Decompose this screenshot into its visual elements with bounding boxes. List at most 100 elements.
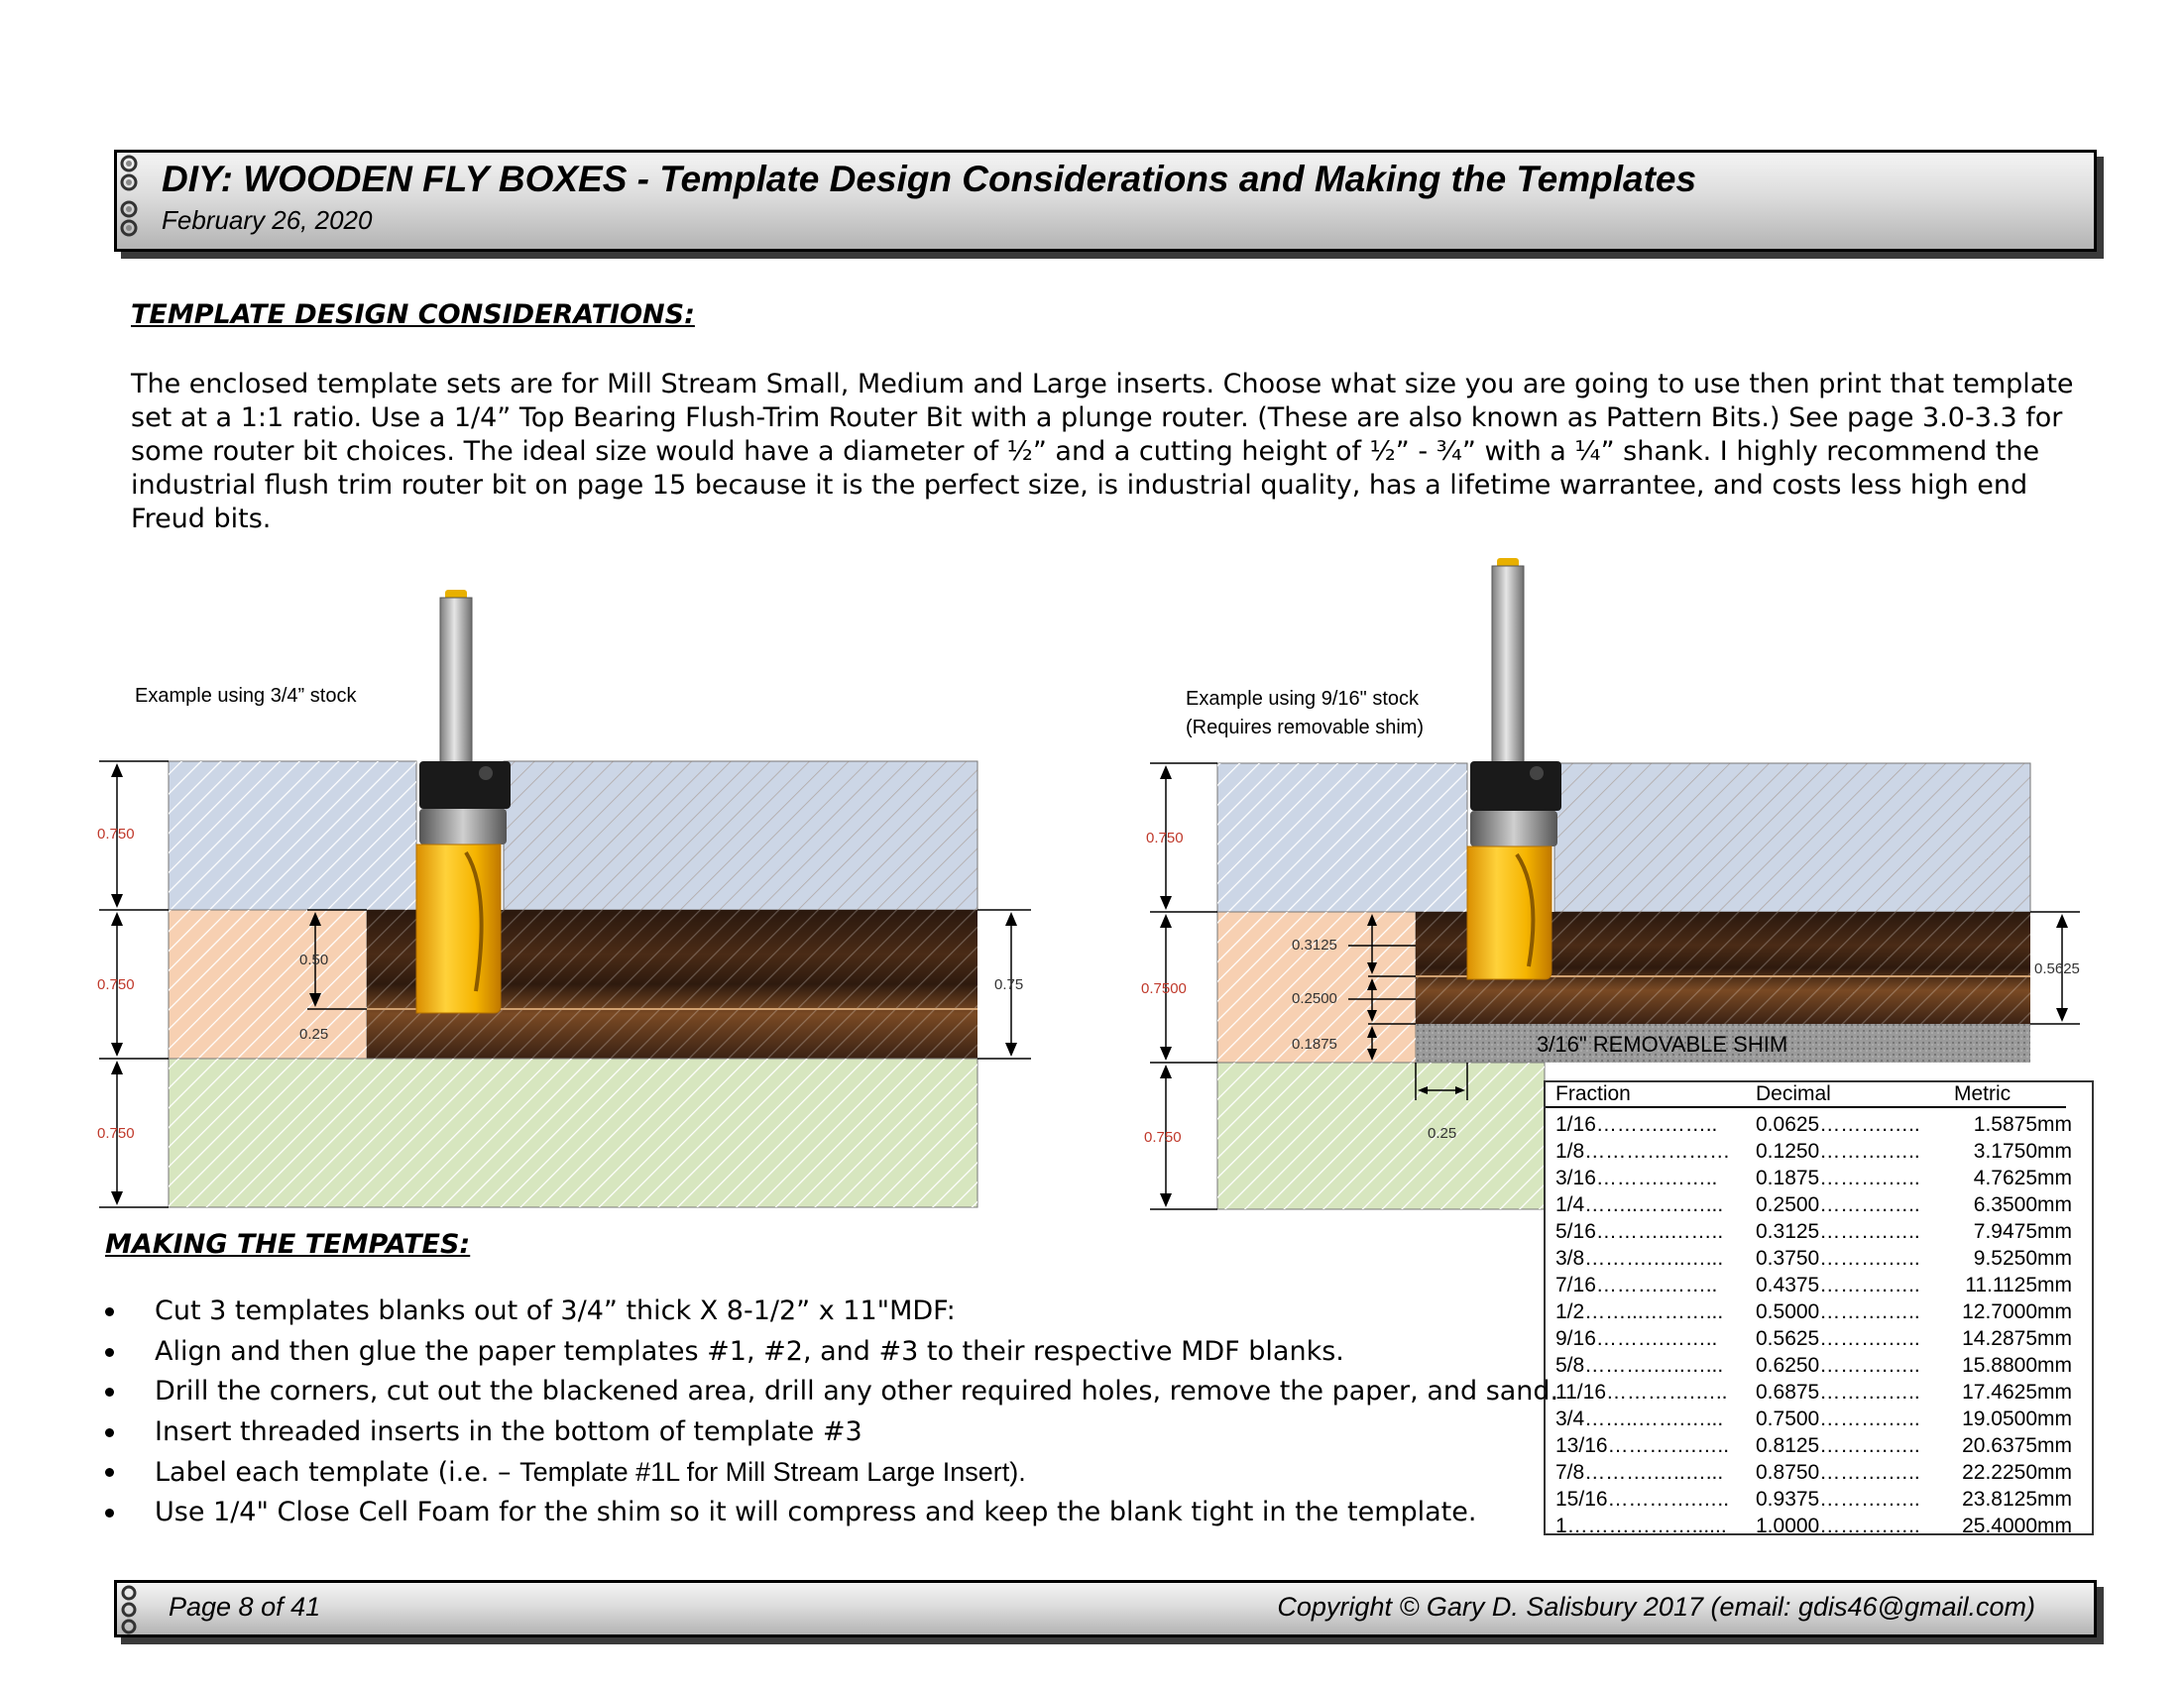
right-dim-bottom: 0.750 bbox=[1144, 1129, 1182, 1146]
decimal-cell: 0.3750……….….. bbox=[1756, 1247, 1920, 1270]
table-row: 15/16………….….. 0.9375……….….. 23.8125mm bbox=[1546, 1486, 2092, 1513]
left-diagram-caption: Example using 3/4” stock bbox=[135, 685, 357, 707]
metric-cell: 3.1750mm bbox=[1973, 1140, 2072, 1163]
table-row: 3/16……….…….. 0.1875……….….. 4.7625mm bbox=[1546, 1165, 2092, 1191]
metric-cell: 6.3500mm bbox=[1973, 1193, 2072, 1216]
right-diagram-caption-1: Example using 9/16" stock bbox=[1186, 688, 1420, 710]
decimal-cell: 0.5000……….….. bbox=[1756, 1300, 1920, 1323]
section-heading-making: MAKING THE TEMPATES: bbox=[105, 1229, 471, 1260]
col-header-fraction: Fraction bbox=[1555, 1082, 1631, 1105]
table-row: 11/16………….….. 0.6875……….….. 17.4625mm bbox=[1546, 1379, 2092, 1406]
decimal-cell: 0.5625……….….. bbox=[1756, 1327, 1920, 1350]
metric-cell: 12.7000mm bbox=[1962, 1300, 2072, 1323]
table-row: 3/4……..…….…... 0.7500……….….. 19.0500mm bbox=[1546, 1406, 2092, 1432]
right-router-bit-icon bbox=[1466, 558, 1561, 980]
metric-cell: 1.5875mm bbox=[1973, 1113, 2072, 1136]
decimal-cell: 0.2500……….….. bbox=[1756, 1193, 1920, 1216]
metric-cell: 14.2875mm bbox=[1962, 1327, 2072, 1350]
fraction-cell: 3/4……..…….…... bbox=[1555, 1407, 1724, 1430]
metric-cell: 25.4000mm bbox=[1962, 1515, 2072, 1537]
fraction-cell: 3/8……….…..…... bbox=[1555, 1247, 1724, 1270]
metric-cell: 22.2250mm bbox=[1962, 1461, 2072, 1484]
decimal-cell: 0.7500……….….. bbox=[1756, 1407, 1920, 1430]
fraction-cell: 7/16……….…….. bbox=[1555, 1274, 1718, 1296]
left-dim-right: 0.75 bbox=[994, 976, 1023, 993]
fraction-cell: 5/16………..…….. bbox=[1555, 1220, 1724, 1243]
decimal-cell: 0.8125……….….. bbox=[1756, 1434, 1920, 1457]
right-dim-right: 0.5625 bbox=[2034, 960, 2080, 977]
decimal-cell: 0.0625……….….. bbox=[1756, 1113, 1920, 1136]
right-dim-top: 0.750 bbox=[1146, 830, 1184, 846]
shim-label: 3/16" REMOVABLE SHIM bbox=[1537, 1032, 1787, 1057]
left-dim-cut: 0.50 bbox=[299, 952, 328, 968]
table-row: 1/8………………… 0.1250……….….. 3.1750mm bbox=[1546, 1138, 2092, 1165]
decimal-cell: 0.1250……….….. bbox=[1756, 1140, 1920, 1163]
fraction-cell: 11/16………….….. bbox=[1555, 1381, 1728, 1404]
decimal-cell: 0.6875……….….. bbox=[1756, 1381, 1920, 1404]
fraction-cell: 15/16………….….. bbox=[1555, 1488, 1730, 1511]
table-row: 7/16……….…….. 0.4375……….….. 11.1125mm bbox=[1546, 1272, 2092, 1298]
table-row: 13/16………….….. 0.8125……….….. 20.6375mm bbox=[1546, 1432, 2092, 1459]
table-row: 5/16………..…….. 0.3125……….….. 7.9475mm bbox=[1546, 1218, 2092, 1245]
right-dim-middle: 0.7500 bbox=[1141, 980, 1187, 997]
table-row: 1/2……...………... 0.5000……….….. 12.7000mm bbox=[1546, 1298, 2092, 1325]
table-row: 3/8……….…..…... 0.3750……….….. 9.5250mm bbox=[1546, 1245, 2092, 1272]
fraction-cell: 1………………...... bbox=[1555, 1515, 1727, 1537]
fraction-cell: 13/16………….….. bbox=[1555, 1434, 1730, 1457]
fraction-cell: 1/2……...………... bbox=[1555, 1300, 1724, 1323]
metric-cell: 17.4625mm bbox=[1962, 1381, 2072, 1404]
col-header-decimal: Decimal bbox=[1756, 1082, 1831, 1105]
metric-cell: 9.5250mm bbox=[1973, 1247, 2072, 1270]
table-row: 1………………...... 1.0000……….….. 25.4000mm bbox=[1546, 1513, 2092, 1539]
metric-cell: 15.8800mm bbox=[1962, 1354, 2072, 1377]
decimal-cell: 0.1875……….….. bbox=[1756, 1167, 1920, 1189]
fraction-cell: 1/16……….…….. bbox=[1555, 1113, 1718, 1136]
fraction-cell: 3/16……….…….. bbox=[1555, 1167, 1718, 1189]
left-dim-middle: 0.750 bbox=[97, 976, 135, 993]
left-dim-top: 0.750 bbox=[97, 826, 135, 843]
right-dim-b: 0.2500 bbox=[1292, 990, 1337, 1007]
conversion-table-header: Fraction Decimal Metric bbox=[1546, 1082, 2066, 1108]
metric-cell: 4.7625mm bbox=[1973, 1167, 2072, 1189]
fraction-cell: 1/4……..…….…... bbox=[1555, 1193, 1724, 1216]
right-dim-a: 0.3125 bbox=[1292, 937, 1337, 954]
fraction-cell: 1/8………………… bbox=[1555, 1140, 1731, 1163]
list-item: Drill the corners, cut out the blackened… bbox=[99, 1372, 1558, 1412]
conversion-table: Fraction Decimal Metric 1/16……….…….. 0.06… bbox=[1544, 1080, 2094, 1537]
list-item: Label each template (i.e. – Template #1L… bbox=[99, 1452, 1527, 1493]
col-header-metric: Metric bbox=[1954, 1082, 2012, 1105]
decimal-cell: 1.0000……….….. bbox=[1756, 1515, 1920, 1537]
list-item: Use 1/4" Close Cell Foam for the shim so… bbox=[99, 1493, 1527, 1533]
fraction-cell: 7/8……….…..…... bbox=[1555, 1461, 1724, 1484]
metric-cell: 20.6375mm bbox=[1962, 1434, 2072, 1457]
right-diagram-caption-2: (Requires removable shim) bbox=[1186, 717, 1424, 738]
table-row: 7/8……….…..…... 0.8750……….….. 22.2250mm bbox=[1546, 1459, 2092, 1486]
metric-cell: 11.1125mm bbox=[1965, 1274, 2072, 1296]
list-item: Cut 3 templates blanks out of 3/4” thick… bbox=[99, 1292, 1527, 1332]
left-router-bit-icon bbox=[415, 590, 511, 1014]
list-item: Align and then glue the paper templates … bbox=[99, 1332, 1527, 1373]
label-bullet-suffix: Template #1L for Mill Stream Large Inser… bbox=[519, 1457, 1026, 1487]
fraction-cell: 9/16……….…….. bbox=[1555, 1327, 1718, 1350]
table-row: 1/4……..…….…... 0.2500……….….. 6.3500mm bbox=[1546, 1191, 2092, 1218]
label-bullet-prefix: Label each template (i.e. – bbox=[155, 1457, 520, 1488]
decimal-cell: 0.4375……….….. bbox=[1756, 1274, 1920, 1296]
decimal-cell: 0.8750……….….. bbox=[1756, 1461, 1920, 1484]
page-number: Page 8 of 41 bbox=[169, 1592, 321, 1622]
left-dim-gap: 0.25 bbox=[299, 1026, 328, 1043]
fraction-cell: 5/8……….…..…... bbox=[1555, 1354, 1724, 1377]
binder-rings-icon bbox=[121, 1585, 137, 1634]
metric-cell: 19.0500mm bbox=[1962, 1407, 2072, 1430]
metric-cell: 7.9475mm bbox=[1973, 1220, 2072, 1243]
decimal-cell: 0.9375……….….. bbox=[1756, 1488, 1920, 1511]
right-dim-gap: 0.25 bbox=[1428, 1125, 1456, 1142]
left-dim-bottom: 0.750 bbox=[97, 1125, 135, 1142]
list-item: Insert threaded inserts in the bottom of… bbox=[99, 1412, 1527, 1453]
instructions-list: Cut 3 templates blanks out of 3/4” thick… bbox=[99, 1292, 1558, 1533]
right-dim-c: 0.1875 bbox=[1292, 1036, 1337, 1053]
table-row: 1/16……….…….. 0.0625……….….. 1.5875mm bbox=[1546, 1111, 2092, 1138]
copyright-notice: Copyright © Gary D. Salisbury 2017 (emai… bbox=[1277, 1592, 2035, 1622]
decimal-cell: 0.6250……….….. bbox=[1756, 1354, 1920, 1377]
decimal-cell: 0.3125……….….. bbox=[1756, 1220, 1920, 1243]
metric-cell: 23.8125mm bbox=[1962, 1488, 2072, 1511]
